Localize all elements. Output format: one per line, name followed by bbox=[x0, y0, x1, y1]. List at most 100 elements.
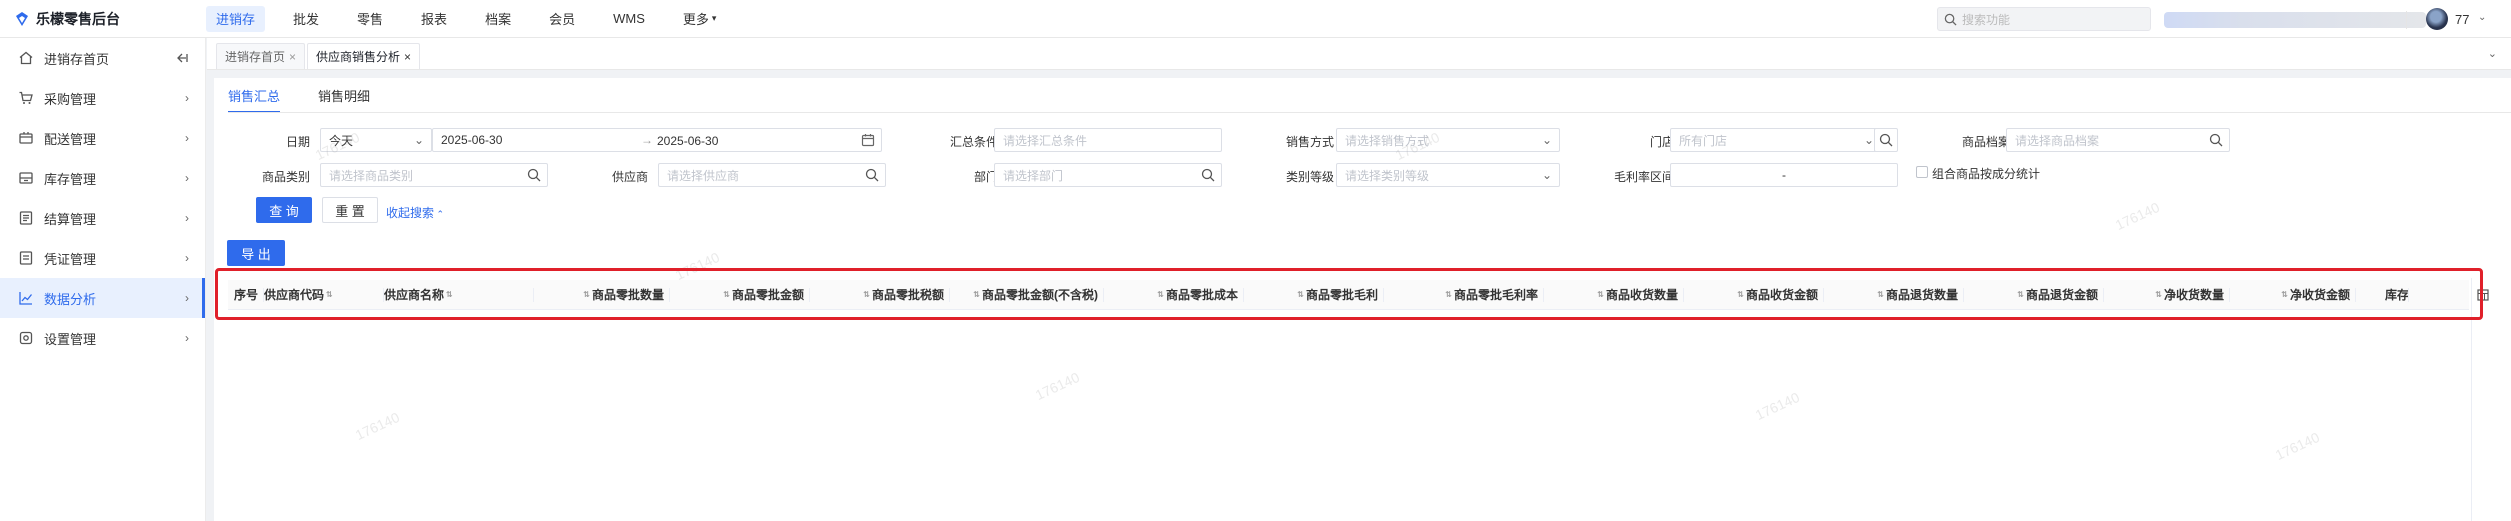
summary-condition-select[interactable]: 请选择汇总条件 bbox=[994, 128, 1222, 152]
date-range-picker[interactable]: 2025-06-30 → 2025-06-30 bbox=[432, 128, 882, 152]
combo-split-label: 组合商品按成分统计 bbox=[1932, 167, 2041, 181]
tab-label: 供应商销售分析 bbox=[316, 50, 401, 64]
column-header[interactable]: ⇅ 商品零批毛利率 bbox=[1384, 280, 1544, 310]
sort-icon[interactable]: ⇅ bbox=[583, 290, 590, 299]
avatar[interactable] bbox=[2426, 8, 2448, 30]
tab-sales-summary[interactable]: 销售汇总 bbox=[228, 86, 281, 113]
sort-icon[interactable]: ⇅ bbox=[446, 290, 453, 299]
sort-icon[interactable]: ⇅ bbox=[863, 290, 870, 299]
chevron-right-icon: › bbox=[185, 251, 189, 265]
chevron-down-icon: ⌄ bbox=[1541, 168, 1552, 182]
sidebar-item-settings[interactable]: 设置管理 › bbox=[0, 318, 205, 358]
category-level-select[interactable]: 请选择类别等级 ⌄ bbox=[1336, 163, 1560, 187]
chevron-down-icon[interactable]: ⌄ bbox=[2478, 12, 2486, 23]
category-placeholder: 请选择商品类别 bbox=[329, 168, 414, 183]
top-nav-wms[interactable]: WMS bbox=[603, 6, 655, 32]
top-nav-retail[interactable]: 零售 bbox=[347, 6, 393, 32]
sale-method-select[interactable]: 请选择销售方式 ⌄ bbox=[1336, 128, 1560, 152]
sidebar-item-voucher[interactable]: 凭证管理 › bbox=[0, 238, 205, 278]
reset-button[interactable]: 重 置 bbox=[322, 197, 378, 223]
margin-range-input[interactable]: - bbox=[1670, 163, 1898, 187]
sidebar-item-data-analysis[interactable]: 数据分析 › bbox=[0, 278, 205, 318]
column-header[interactable]: ⇅ 商品收货金额 bbox=[1684, 280, 1824, 310]
store-select[interactable]: 所有门店 ⌄ bbox=[1670, 128, 1882, 152]
sort-icon[interactable]: ⇅ bbox=[2155, 290, 2162, 299]
department-input[interactable]: 请选择部门 bbox=[994, 163, 1222, 187]
column-header[interactable]: ⇅ 商品零批成本 bbox=[1104, 280, 1244, 310]
store-search-button[interactable] bbox=[1874, 128, 1898, 152]
column-header[interactable]: ⇅ 商品零批数量 bbox=[534, 280, 670, 310]
column-header[interactable]: ⇅ 商品零批金额(不含税) bbox=[950, 280, 1104, 310]
top-nav-inventory[interactable]: 进销存 bbox=[206, 5, 266, 32]
collapse-search-link[interactable]: 收起搜索 ⌃ bbox=[386, 204, 444, 221]
sort-icon[interactable]: ⇅ bbox=[2017, 290, 2024, 299]
close-icon[interactable]: × bbox=[289, 50, 296, 64]
column-header[interactable]: ⇅ 商品零批税额 bbox=[810, 280, 950, 310]
date-preset-select[interactable]: 今天 ⌄ bbox=[320, 128, 432, 152]
export-button[interactable]: 导 出 bbox=[227, 240, 285, 266]
sort-icon[interactable]: ⇅ bbox=[723, 290, 730, 299]
column-header[interactable]: ⇅ 商品收货数量 bbox=[1544, 280, 1684, 310]
table-scrollbar[interactable] bbox=[2471, 278, 2491, 521]
collapse-sidebar-icon[interactable] bbox=[175, 51, 189, 65]
sort-icon[interactable]: ⇅ bbox=[326, 290, 333, 299]
column-header-label: 商品零批数量 bbox=[591, 288, 664, 302]
chevron-right-icon: › bbox=[185, 211, 189, 225]
column-header[interactable]: ⇅ 商品零批金额 bbox=[670, 280, 810, 310]
cart-icon bbox=[19, 91, 33, 104]
table-header: 序号 供应商代码 ⇅ 供应商名称 ⇅ ⇅ 商品零批数量 ⇅ 商品零批金额 ⇅ 商品零批税额… bbox=[228, 280, 2469, 310]
sidebar-item-settlement[interactable]: 结算管理 › bbox=[0, 198, 205, 238]
brand-logo[interactable]: 乐檬零售后台 bbox=[0, 0, 206, 38]
column-header[interactable]: ⇅ 净收货金额 bbox=[2230, 280, 2356, 310]
tab-sales-detail[interactable]: 销售明细 bbox=[318, 86, 370, 113]
sort-icon[interactable]: ⇅ bbox=[1157, 290, 1164, 299]
sidebar-item-purchase[interactable]: 采购管理 › bbox=[0, 78, 205, 118]
watermark: 176140 bbox=[2272, 428, 2322, 464]
top-nav-reports[interactable]: 报表 bbox=[411, 6, 457, 32]
close-icon[interactable]: × bbox=[404, 50, 411, 64]
product-archive-label: 商品档案 bbox=[1961, 135, 2010, 149]
sidebar-item-inventory-home[interactable]: 进销存首页 bbox=[0, 38, 205, 78]
margin-range-label: 毛利率区间 bbox=[1613, 170, 1674, 184]
sort-icon[interactable]: ⇅ bbox=[2281, 290, 2288, 299]
column-header[interactable]: ⇅ 净收货数量 bbox=[2104, 280, 2230, 310]
tab-supplier-sales-analysis[interactable]: 供应商销售分析 × bbox=[307, 43, 421, 69]
sidebar-item-delivery[interactable]: 配送管理 › bbox=[0, 118, 205, 158]
column-header-label: 序号 bbox=[233, 288, 258, 302]
top-nav: 进销存 批发 零售 报表 档案 会员 WMS 更多 ▾ bbox=[206, 0, 744, 38]
tab-inventory-home[interactable]: 进销存首页 × bbox=[216, 43, 306, 69]
function-search-input[interactable]: 搜索功能 bbox=[1937, 7, 2151, 31]
combo-split-checkbox[interactable] bbox=[1916, 166, 1928, 178]
top-nav-wholesale[interactable]: 批发 bbox=[283, 6, 329, 32]
top-nav-members[interactable]: 会员 bbox=[539, 6, 585, 32]
column-header-label: 商品零批金额(不含税) bbox=[982, 288, 1098, 302]
column-header[interactable]: ⇅ 商品零批毛利 bbox=[1244, 280, 1384, 310]
sidebar-item-label: 设置管理 bbox=[44, 331, 97, 347]
sort-icon[interactable]: ⇅ bbox=[1737, 290, 1744, 299]
sort-icon[interactable]: ⇅ bbox=[1597, 290, 1604, 299]
top-nav-archives[interactable]: 档案 bbox=[475, 6, 521, 32]
sort-icon[interactable]: ⇅ bbox=[1877, 290, 1884, 299]
column-settings-icon[interactable] bbox=[2477, 289, 2489, 301]
column-header[interactable]: ⇅ 商品退货金额 bbox=[1964, 280, 2104, 310]
column-header[interactable]: 库存 bbox=[2356, 280, 2409, 310]
user-id[interactable]: 77 bbox=[2455, 12, 2469, 27]
column-header[interactable]: ⇅ 商品退货数量 bbox=[1824, 280, 1964, 310]
top-nav-more[interactable]: 更多 ▾ bbox=[673, 6, 727, 32]
column-header[interactable]: 供应商代码 ⇅ bbox=[264, 280, 384, 310]
category-input[interactable]: 请选择商品类别 bbox=[320, 163, 548, 187]
column-header: 序号 bbox=[228, 280, 264, 310]
sort-icon[interactable]: ⇅ bbox=[1445, 290, 1452, 299]
search-icon bbox=[527, 168, 541, 182]
column-header-label: 净收货数量 bbox=[2163, 288, 2224, 302]
sort-icon[interactable]: ⇅ bbox=[973, 290, 980, 299]
top-nav-label: 档案 bbox=[485, 12, 512, 27]
chevron-down-icon[interactable]: ⌄ bbox=[2488, 47, 2497, 60]
product-archive-input[interactable]: 请选择商品档案 bbox=[2006, 128, 2230, 152]
column-header[interactable]: 供应商名称 ⇅ bbox=[384, 280, 534, 310]
sort-icon[interactable]: ⇅ bbox=[1297, 290, 1304, 299]
query-button[interactable]: 查 询 bbox=[256, 197, 312, 223]
sidebar-item-stock[interactable]: 库存管理 › bbox=[0, 158, 205, 198]
top-nav-label: 报表 bbox=[421, 12, 448, 27]
supplier-input[interactable]: 请选择供应商 bbox=[658, 163, 886, 187]
